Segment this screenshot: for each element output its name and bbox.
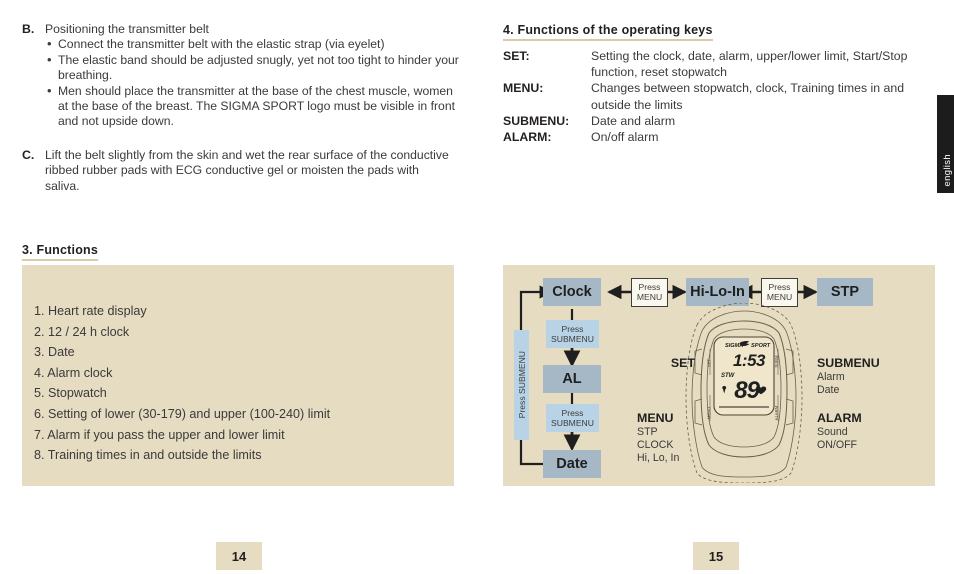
press-submenu-loop-label[interactable]: Press SUBMENU: [514, 330, 529, 440]
list-item: 6. Setting of lower (30-179) and upper (…: [34, 406, 331, 421]
list-item: 7. Alarm if you pass the upper and lower…: [34, 427, 285, 442]
section-b: B. Positioning the transmitter belt Conn…: [22, 22, 462, 130]
page-number-right-value: 15: [708, 548, 724, 564]
watch-drawing: SET MENU SUBM. ALARM SIGMA SPORT 1:53 ST…: [685, 302, 803, 484]
press-submenu-label-line2: SUBMENU: [551, 418, 594, 428]
watch-label-submenu-title: SUBMENU: [817, 356, 880, 370]
list-item: 5. Stopwatch: [34, 386, 107, 401]
functions-heading-wrap: 3. Functions: [22, 241, 99, 261]
flow-box-al[interactable]: AL: [543, 365, 601, 393]
watch-label-menu-l2: CLOCK: [637, 439, 674, 452]
press-menu-label-line2: MENU: [766, 291, 793, 302]
section-b-title: Positioning the transmitter belt: [45, 22, 209, 36]
key-name: SUBMENU:: [503, 113, 570, 128]
operating-keys-table: SET: Setting the clock, date, alarm, upp…: [503, 48, 935, 145]
svg-text:ALARM: ALARM: [774, 405, 779, 420]
list-item: Connect the transmitter belt with the el…: [45, 36, 462, 52]
watch-label-submenu-l2: Date: [817, 384, 840, 397]
list-item: 2. 12 / 24 h clock: [34, 324, 130, 339]
section-c-text: Lift the belt slightly from the skin and…: [45, 148, 449, 193]
flow-box-date[interactable]: Date: [543, 450, 601, 478]
page-number-right: 15: [693, 542, 739, 570]
watch-label-menu-l1: STP: [637, 426, 658, 438]
section-c: C. Lift the belt slightly from the skin …: [22, 148, 452, 194]
press-submenu-label-line2: SUBMENU: [551, 334, 594, 344]
watch-label-alarm-l2: ON/OFF: [817, 439, 858, 452]
language-tab-label: english: [940, 154, 952, 187]
press-menu-button-1[interactable]: Press MENU: [631, 278, 668, 307]
flow-box-al-label: AL: [562, 371, 582, 387]
watch-label-alarm: ALARM Sound ON/OFF: [817, 411, 862, 452]
section-b-bullets: Connect the transmitter belt with the el…: [45, 36, 462, 130]
watch-label-alarm-title: ALARM: [817, 411, 862, 425]
page-number-left-value: 14: [231, 548, 247, 564]
flow-box-hilo[interactable]: Hi-Lo-In: [686, 278, 749, 306]
table-row: SET: Setting the clock, date, alarm, upp…: [503, 48, 935, 80]
key-description: Date and alarm: [591, 113, 676, 128]
watch-label-set: SET: [659, 356, 695, 371]
section-b-letter: B.: [22, 22, 35, 36]
operating-keys-heading: 4. Functions of the operating keys: [503, 23, 713, 41]
flow-box-stp-label: STP: [830, 284, 860, 300]
svg-text:MENU: MENU: [707, 407, 712, 419]
table-row: MENU: Changes between stopwatch, clock, …: [503, 80, 935, 112]
page-title: 3. Functions: [22, 243, 99, 261]
flow-box-hilo-label: Hi-Lo-In: [690, 284, 745, 300]
svg-text:SPORT: SPORT: [751, 343, 771, 349]
key-name: SET:: [503, 49, 530, 63]
watch-label-set-title: SET: [670, 356, 695, 370]
table-row: SUBMENU: Date and alarm: [503, 113, 935, 129]
press-submenu-button-2[interactable]: Press SUBMENU: [546, 404, 599, 432]
press-submenu-label-line1: Press: [561, 408, 584, 418]
list-item: 4. Alarm clock: [34, 365, 113, 380]
flow-box-stp[interactable]: STP: [817, 278, 873, 306]
operating-keys-heading-wrap: 4. Functions of the operating keys: [503, 21, 713, 41]
svg-text:SUBM.: SUBM.: [774, 354, 779, 367]
flow-box-date-label: Date: [556, 456, 588, 472]
key-name: MENU:: [503, 81, 544, 96]
press-menu-label-line2: MENU: [636, 291, 663, 302]
watch-label-menu-title: MENU: [637, 411, 674, 425]
section-c-letter: C.: [22, 148, 35, 162]
watch-label-alarm-l1: Sound: [817, 426, 848, 438]
press-submenu-label-line1: Press: [561, 324, 584, 334]
left-page: B. Positioning the transmitter belt Conn…: [0, 0, 477, 574]
watch-label-submenu-l1: Alarm: [817, 371, 845, 383]
page-number-left: 14: [216, 542, 262, 570]
svg-text:SET: SET: [707, 358, 712, 367]
list-item: 3. Date: [34, 345, 75, 360]
key-name: ALARM:: [503, 130, 552, 145]
svg-text:1:53: 1:53: [733, 351, 766, 370]
list-item: 1. Heart rate display: [34, 304, 147, 318]
right-page: 4. Functions of the operating keys SET: …: [477, 0, 954, 574]
diagram-panel: Clock Press MENU Hi-Lo-In Press MENU STP…: [503, 265, 935, 486]
functions-list: 1. Heart rate display 2. 12 / 24 h clock…: [34, 301, 454, 466]
press-submenu-button-1[interactable]: Press SUBMENU: [546, 320, 599, 348]
flow-box-clock-label: Clock: [552, 284, 592, 300]
functions-panel: 1. Heart rate display 2. 12 / 24 h clock…: [22, 265, 454, 486]
watch-label-menu-l3: Hi, Lo, In: [637, 452, 680, 465]
flow-box-clock[interactable]: Clock: [543, 278, 601, 306]
key-description: Changes between stopwatch, clock, Traini…: [591, 81, 905, 112]
language-tab[interactable]: english: [937, 95, 954, 193]
watch-illustration: SET MENU SUBM. ALARM SIGMA SPORT 1:53 ST…: [669, 302, 819, 484]
list-item: 8. Training times in and outside the lim…: [34, 448, 262, 463]
list-item: Men should place the transmitter at the …: [45, 83, 462, 130]
watch-label-submenu: SUBMENU Alarm Date: [817, 356, 880, 397]
key-description: Setting the clock, date, alarm, upper/lo…: [591, 49, 908, 80]
table-row: ALARM: On/off alarm: [503, 129, 935, 145]
key-description: On/off alarm: [591, 130, 659, 145]
press-submenu-loop-text: Press SUBMENU: [516, 351, 527, 419]
watch-label-menu: MENU STP CLOCK Hi, Lo, In: [637, 411, 679, 466]
list-item: The elastic band should be adjusted snug…: [45, 52, 462, 84]
